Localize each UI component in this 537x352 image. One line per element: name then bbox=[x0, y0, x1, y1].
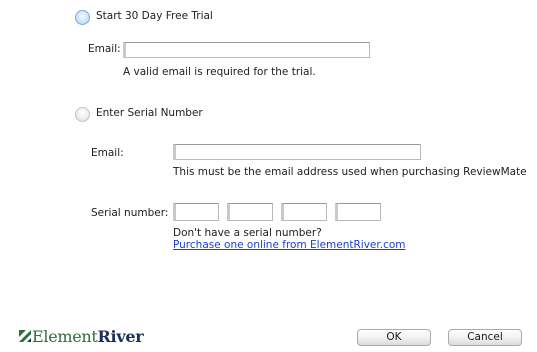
ok-button[interactable]: OK bbox=[357, 329, 431, 346]
serial-segment-2[interactable] bbox=[227, 203, 273, 221]
trial-email-label: Email: bbox=[88, 43, 121, 55]
serial-segment-4[interactable] bbox=[335, 203, 381, 221]
serial-email-input[interactable] bbox=[173, 144, 421, 160]
serial-email-label: Email: bbox=[91, 147, 124, 159]
serial-segment-3[interactable] bbox=[281, 203, 327, 221]
trial-radio[interactable] bbox=[75, 10, 90, 25]
element-river-logo: ElementRiver bbox=[32, 327, 144, 346]
trial-radio-label[interactable]: Start 30 Day Free Trial bbox=[96, 10, 213, 22]
serial-radio-label[interactable]: Enter Serial Number bbox=[96, 107, 203, 119]
logo-word-river: River bbox=[97, 327, 144, 346]
serial-number-label: Serial number: bbox=[91, 207, 169, 219]
trial-email-note: A valid email is required for the trial. bbox=[123, 66, 316, 78]
serial-email-note: This must be the email address used when… bbox=[173, 166, 527, 178]
trial-email-input[interactable] bbox=[123, 42, 370, 58]
serial-radio[interactable] bbox=[75, 107, 90, 122]
element-river-logo-icon bbox=[19, 330, 31, 342]
purchase-link[interactable]: Purchase one online from ElementRiver.co… bbox=[173, 239, 406, 251]
no-serial-text: Don't have a serial number? bbox=[173, 227, 322, 239]
serial-segment-1[interactable] bbox=[173, 203, 219, 221]
cancel-button[interactable]: Cancel bbox=[448, 329, 522, 346]
logo-word-element: Element bbox=[32, 327, 98, 346]
